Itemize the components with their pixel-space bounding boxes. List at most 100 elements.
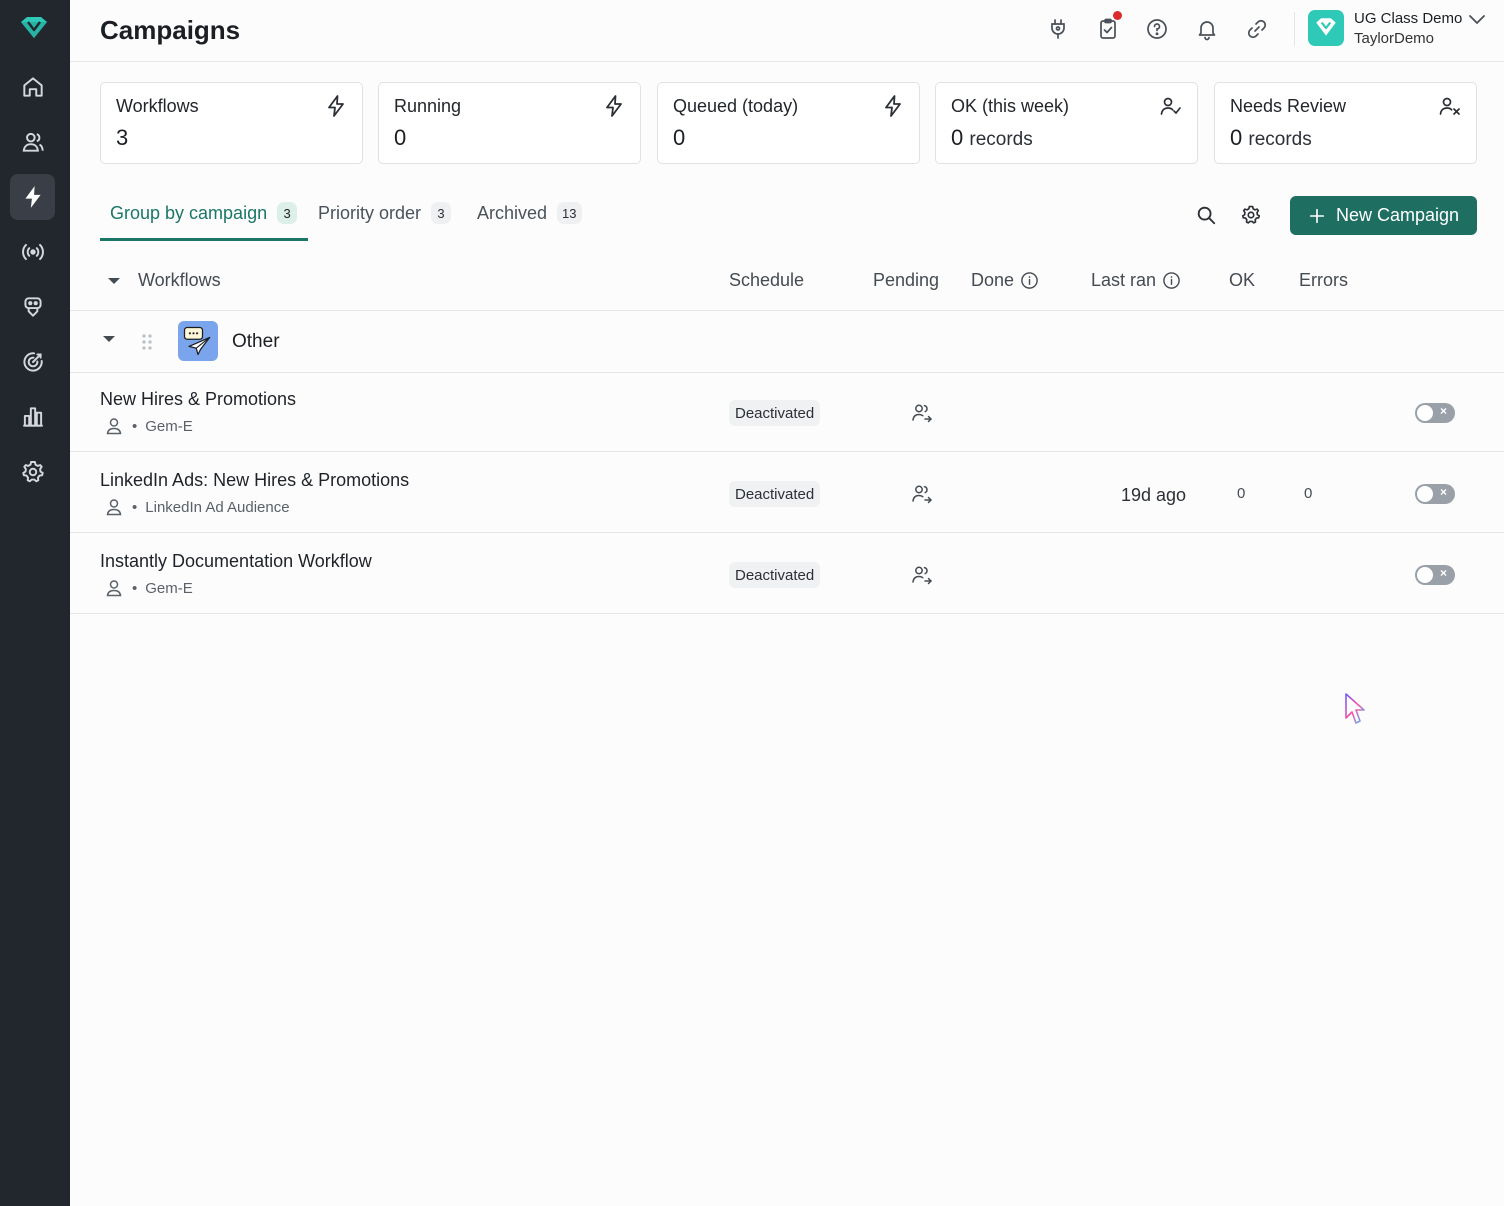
workflow-toggle[interactable]: × <box>1415 565 1455 585</box>
column-header-workflows[interactable]: Workflows <box>138 270 221 291</box>
lightning-icon <box>328 95 344 117</box>
header-divider <box>1294 12 1295 46</box>
column-header-done[interactable]: Done <box>971 270 1039 291</box>
org-logo[interactable] <box>1308 10 1344 46</box>
workflow-meta: • Gem-E <box>104 578 193 598</box>
campaign-group-name: Other <box>232 331 280 352</box>
stat-value: 0 records <box>951 125 1033 150</box>
app-logo[interactable] <box>17 16 51 46</box>
target-icon <box>22 352 43 372</box>
last-ran-value: 19d ago <box>1121 485 1187 505</box>
column-header-pending[interactable]: Pending <box>873 270 939 291</box>
search-icon[interactable] <box>1195 204 1217 226</box>
sidebar <box>0 0 70 1206</box>
workflow-title[interactable]: Instantly Documentation Workflow <box>100 551 372 572</box>
mouse-cursor-icon <box>1345 693 1365 724</box>
user-icon <box>106 418 122 435</box>
plus-icon <box>1309 208 1325 223</box>
workflow-meta: • Gem-E <box>104 416 193 436</box>
help-button[interactable] <box>1144 16 1170 42</box>
caret-down-icon[interactable] <box>102 334 116 344</box>
notifications-button[interactable] <box>1194 16 1220 42</box>
user-arrow-icon[interactable] <box>910 563 934 587</box>
column-header-label: Last ran <box>1091 270 1157 290</box>
robot-icon <box>23 297 42 317</box>
nav-signals[interactable] <box>10 229 55 275</box>
user-check-icon <box>1160 97 1181 115</box>
close-icon: × <box>1439 404 1447 418</box>
workflow-source: LinkedIn Ad Audience <box>145 498 290 516</box>
top-header: Campaigns UG Class Demo TaylorDemo <box>70 0 1504 62</box>
status-badge: Deactivated <box>729 481 821 507</box>
user-icon <box>106 580 122 597</box>
workflow-toggle[interactable]: × <box>1415 484 1455 504</box>
column-header-ok[interactable]: OK <box>1229 270 1255 291</box>
user-arrow-icon[interactable] <box>910 482 934 506</box>
workflow-source: Gem-E <box>145 579 193 597</box>
nav-goals[interactable] <box>10 339 55 385</box>
tasks-button[interactable] <box>1095 11 1122 42</box>
info-icon[interactable] <box>1020 271 1039 290</box>
lightning-icon <box>24 186 41 208</box>
campaign-avatar <box>178 321 218 361</box>
links-button[interactable] <box>1244 16 1270 42</box>
column-header-last-ran[interactable]: Last ran <box>1091 270 1181 291</box>
new-campaign-button[interactable]: New Campaign <box>1290 196 1477 235</box>
org-name[interactable]: UG Class Demo <box>1354 10 1462 27</box>
nav-settings[interactable] <box>10 449 55 495</box>
workflow-meta: • LinkedIn Ad Audience <box>104 497 290 517</box>
nav-campaigns[interactable] <box>10 174 55 220</box>
toggle-knob <box>1417 486 1433 502</box>
lightning-icon <box>606 95 622 117</box>
bar-chart-icon <box>22 407 43 427</box>
paper-plane-icon <box>183 326 211 356</box>
row-divider <box>70 532 1504 533</box>
home-icon <box>22 77 43 97</box>
toggle-knob <box>1417 405 1433 421</box>
drag-handle-icon[interactable] <box>140 332 154 352</box>
nav-home[interactable] <box>10 64 55 110</box>
column-header-errors[interactable]: Errors <box>1299 270 1348 291</box>
tab-label: Group by campaign <box>110 202 268 223</box>
plug-icon <box>1051 19 1065 39</box>
row-divider <box>70 451 1504 452</box>
broadcast-icon <box>21 243 44 261</box>
page-title: Campaigns <box>100 15 241 45</box>
workflow-toggle[interactable]: × <box>1415 403 1455 423</box>
gear-icon <box>21 461 44 483</box>
row-divider <box>70 372 1504 373</box>
workflow-title[interactable]: New Hires & Promotions <box>100 389 296 410</box>
ok-count: 0 <box>1237 485 1246 502</box>
link-icon <box>1247 19 1267 39</box>
errors-count: 0 <box>1304 485 1313 502</box>
active-tab-indicator <box>100 238 308 241</box>
chevron-down-icon[interactable] <box>1468 12 1486 26</box>
caret-down-icon[interactable] <box>106 276 122 286</box>
integrations-button[interactable] <box>1045 16 1071 42</box>
workflow-title[interactable]: LinkedIn Ads: New Hires & Promotions <box>100 470 409 491</box>
clipboard-check-icon <box>1100 18 1116 39</box>
stat-value: 3 <box>116 125 129 150</box>
info-icon[interactable] <box>1162 271 1181 290</box>
tab-count-badge: 3 <box>277 202 298 224</box>
org-username[interactable]: TaylorDemo <box>1354 30 1434 47</box>
stat-label: Running <box>394 96 462 116</box>
nav-agents[interactable] <box>10 284 55 330</box>
tab-count-badge: 3 <box>431 202 452 224</box>
close-icon: × <box>1439 485 1447 499</box>
tab-priority-order[interactable]: Priority order 3 <box>318 202 452 224</box>
nav-contacts[interactable] <box>10 119 55 165</box>
gear-icon[interactable] <box>1240 204 1262 226</box>
bell-icon <box>1198 21 1216 41</box>
user-icon <box>106 499 122 516</box>
stat-card-queued: Queued (today) 0 <box>657 82 920 164</box>
row-divider <box>70 613 1504 614</box>
tab-archived[interactable]: Archived 13 <box>477 202 582 224</box>
status-badge: Deactivated <box>729 562 821 588</box>
tab-group-by-campaign[interactable]: Group by campaign 3 <box>110 202 298 224</box>
user-x-icon <box>1439 97 1460 115</box>
nav-analytics[interactable] <box>10 394 55 440</box>
column-header-schedule[interactable]: Schedule <box>729 270 804 291</box>
campaign-group-row[interactable]: Other <box>70 311 1504 372</box>
user-arrow-icon[interactable] <box>910 401 934 425</box>
